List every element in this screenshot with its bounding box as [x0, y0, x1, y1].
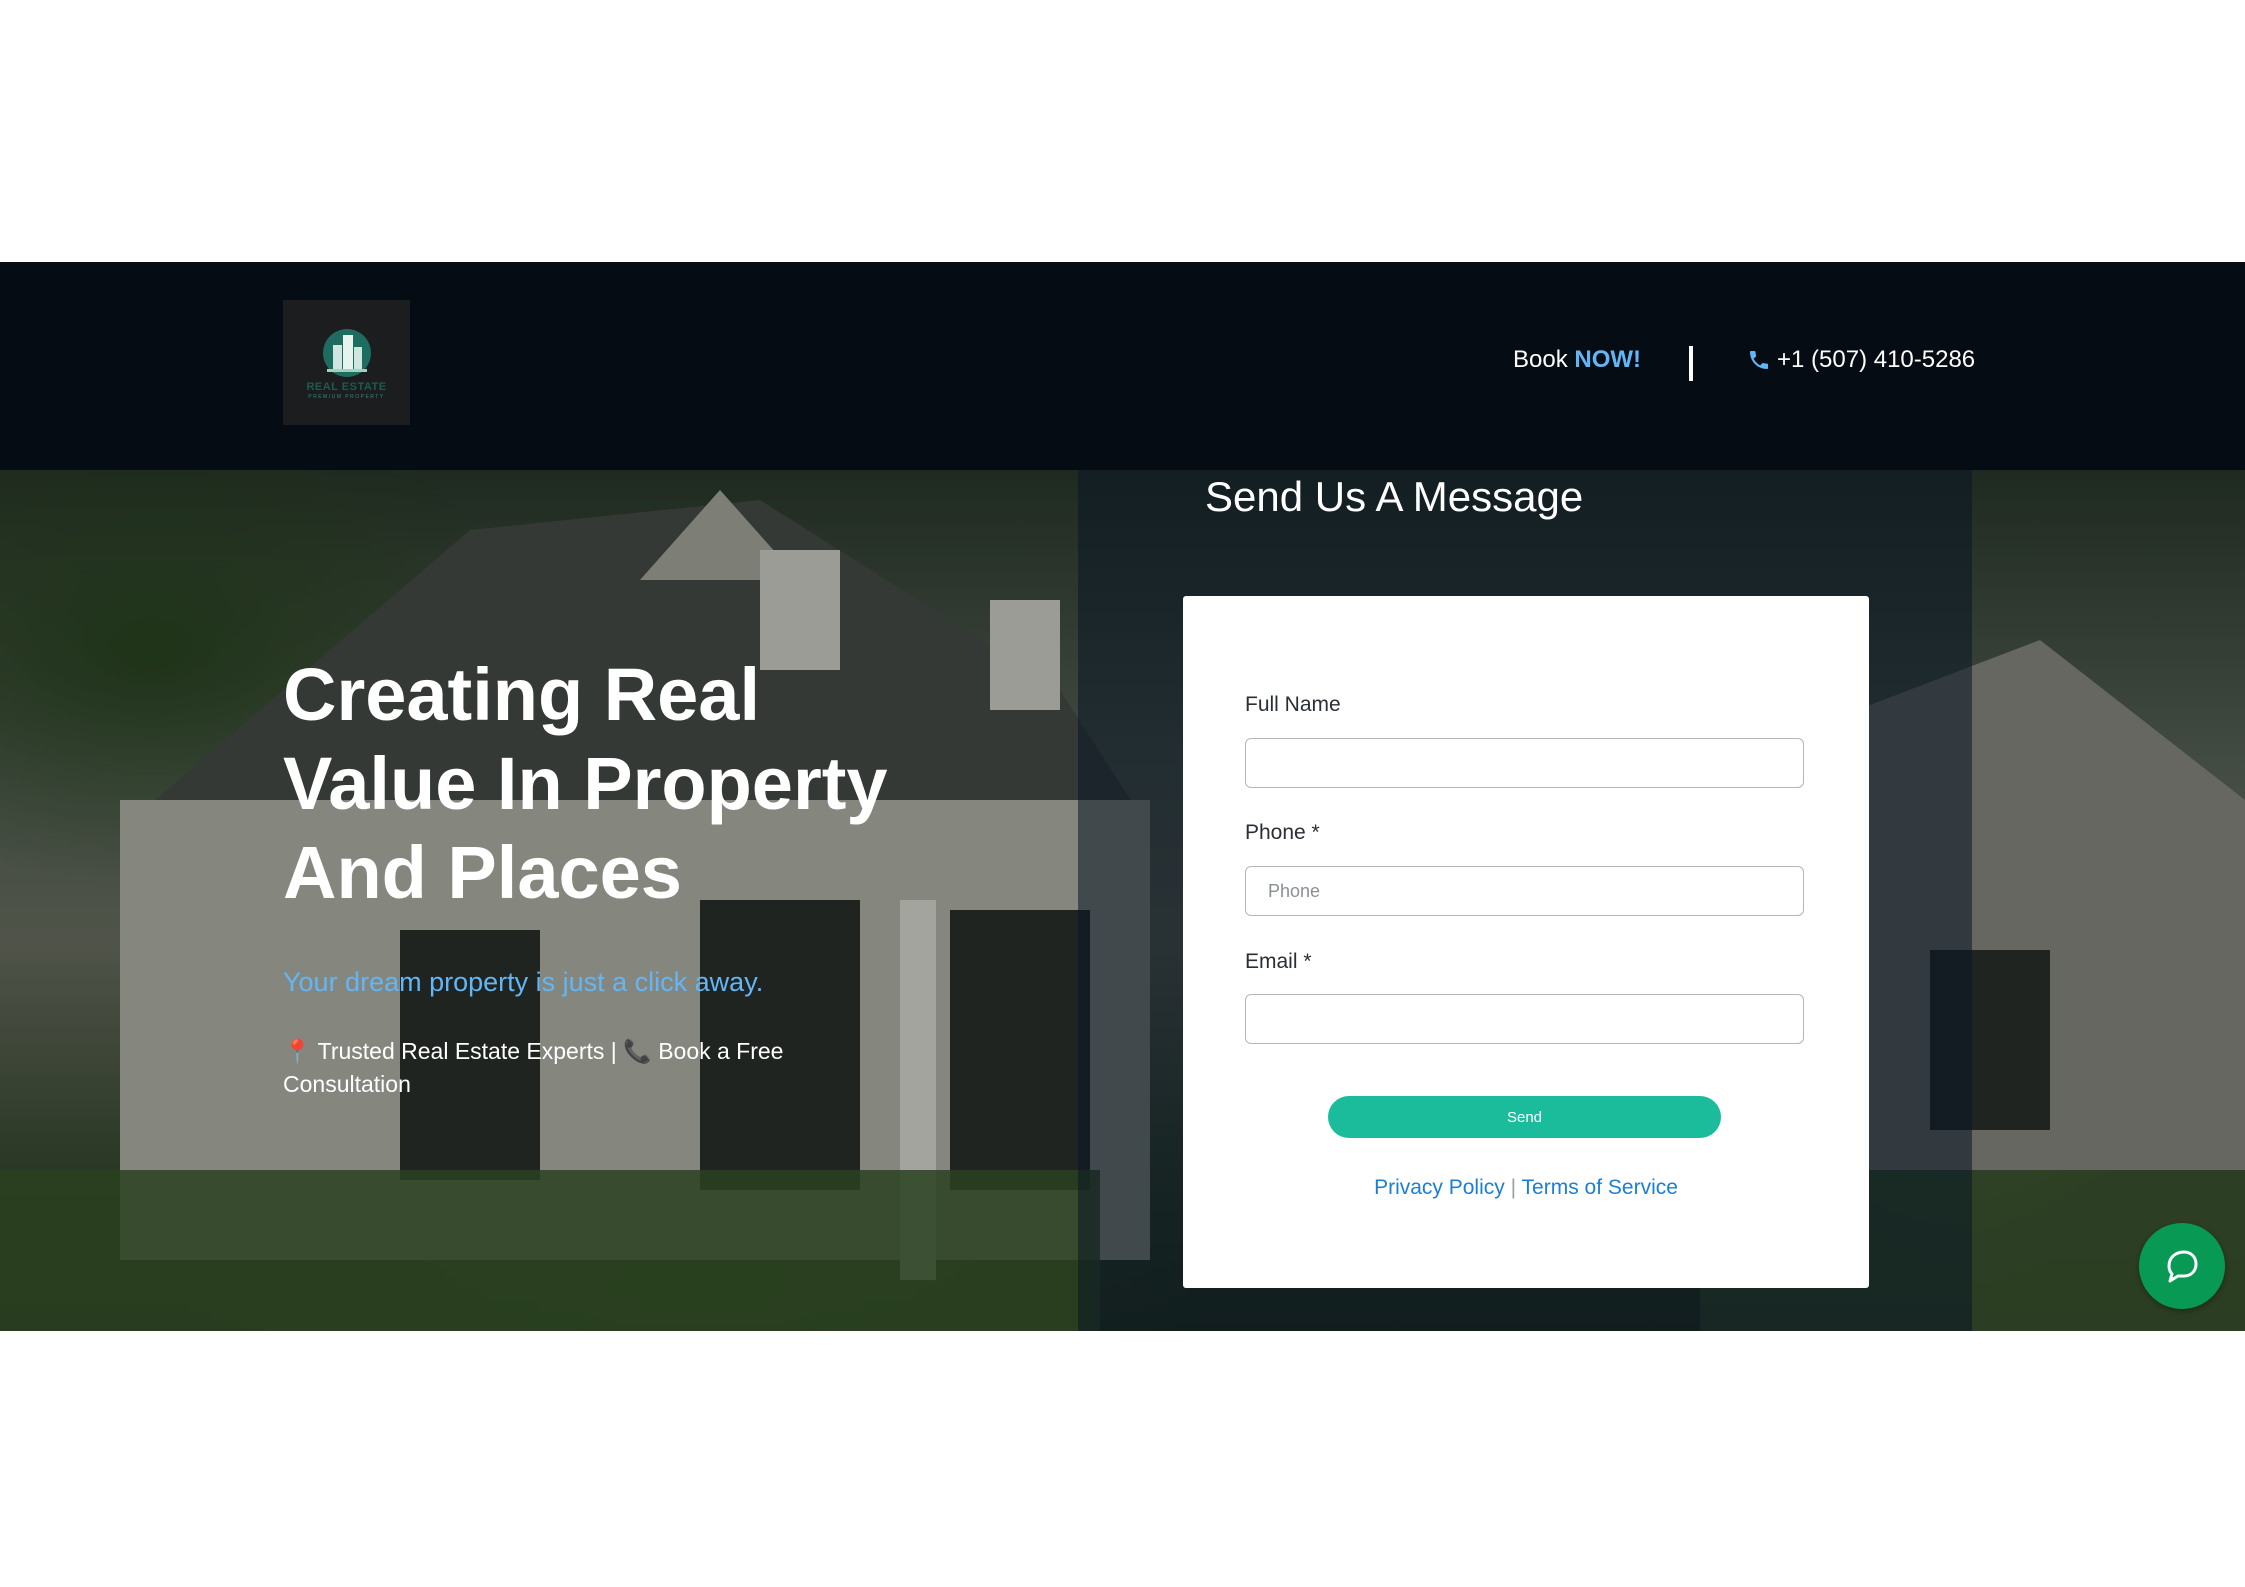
- phone-icon: [1750, 351, 1768, 369]
- logo[interactable]: REAL ESTATE PREMIUM PROPERTY: [283, 300, 410, 425]
- terms-of-service-link[interactable]: Terms of Service: [1522, 1176, 1678, 1199]
- legal-links: Privacy Policy | Terms of Service: [1183, 1176, 1869, 1200]
- full-name-field[interactable]: [1245, 738, 1804, 788]
- contact-form: Full Name Phone * Email * Send Privacy P…: [1183, 596, 1869, 1288]
- hero-tagline: 📍 Trusted Real Estate Experts | 📞 Book a…: [283, 1035, 843, 1101]
- building-logo-icon: [322, 329, 371, 377]
- email-label: Email *: [1245, 950, 1312, 973]
- tagline-experts: Trusted Real Estate Experts |: [317, 1038, 617, 1064]
- hero-section: Creating Real Value In Property And Plac…: [0, 470, 2245, 1331]
- book-now-link[interactable]: Book NOW!: [1513, 346, 1641, 374]
- chat-bubble-icon: [2167, 1250, 2198, 1283]
- form-heading: Send Us A Message: [1205, 473, 1584, 520]
- logo-text: REAL ESTATE: [306, 381, 387, 393]
- book-label: Book: [1513, 346, 1568, 373]
- full-name-label: Full Name: [1245, 693, 1341, 716]
- hero-title: Creating Real Value In Property And Plac…: [283, 653, 888, 914]
- phone-receiver-icon: 📞: [623, 1038, 652, 1064]
- book-now-emphasis: NOW!: [1574, 346, 1642, 373]
- phone-number: +1 (507) 410-5286: [1777, 346, 1976, 373]
- phone-link[interactable]: +1 (507) 410-5286: [1747, 346, 1975, 374]
- email-field[interactable]: [1245, 994, 1804, 1044]
- privacy-policy-link[interactable]: Privacy Policy: [1374, 1176, 1505, 1199]
- nav-divider: [1689, 346, 1693, 381]
- phone-field[interactable]: [1245, 866, 1804, 916]
- logo-subtext: PREMIUM PROPERTY: [308, 394, 385, 400]
- phone-label: Phone *: [1245, 821, 1320, 844]
- pin-icon: 📍: [283, 1038, 312, 1064]
- legal-separator: |: [1510, 1176, 1517, 1199]
- site-header: REAL ESTATE PREMIUM PROPERTY Book NOW! +…: [0, 262, 2245, 470]
- send-button[interactable]: Send: [1328, 1096, 1721, 1138]
- chat-widget-button[interactable]: [2139, 1223, 2225, 1309]
- hero-subtitle: Your dream property is just a click away…: [283, 967, 764, 997]
